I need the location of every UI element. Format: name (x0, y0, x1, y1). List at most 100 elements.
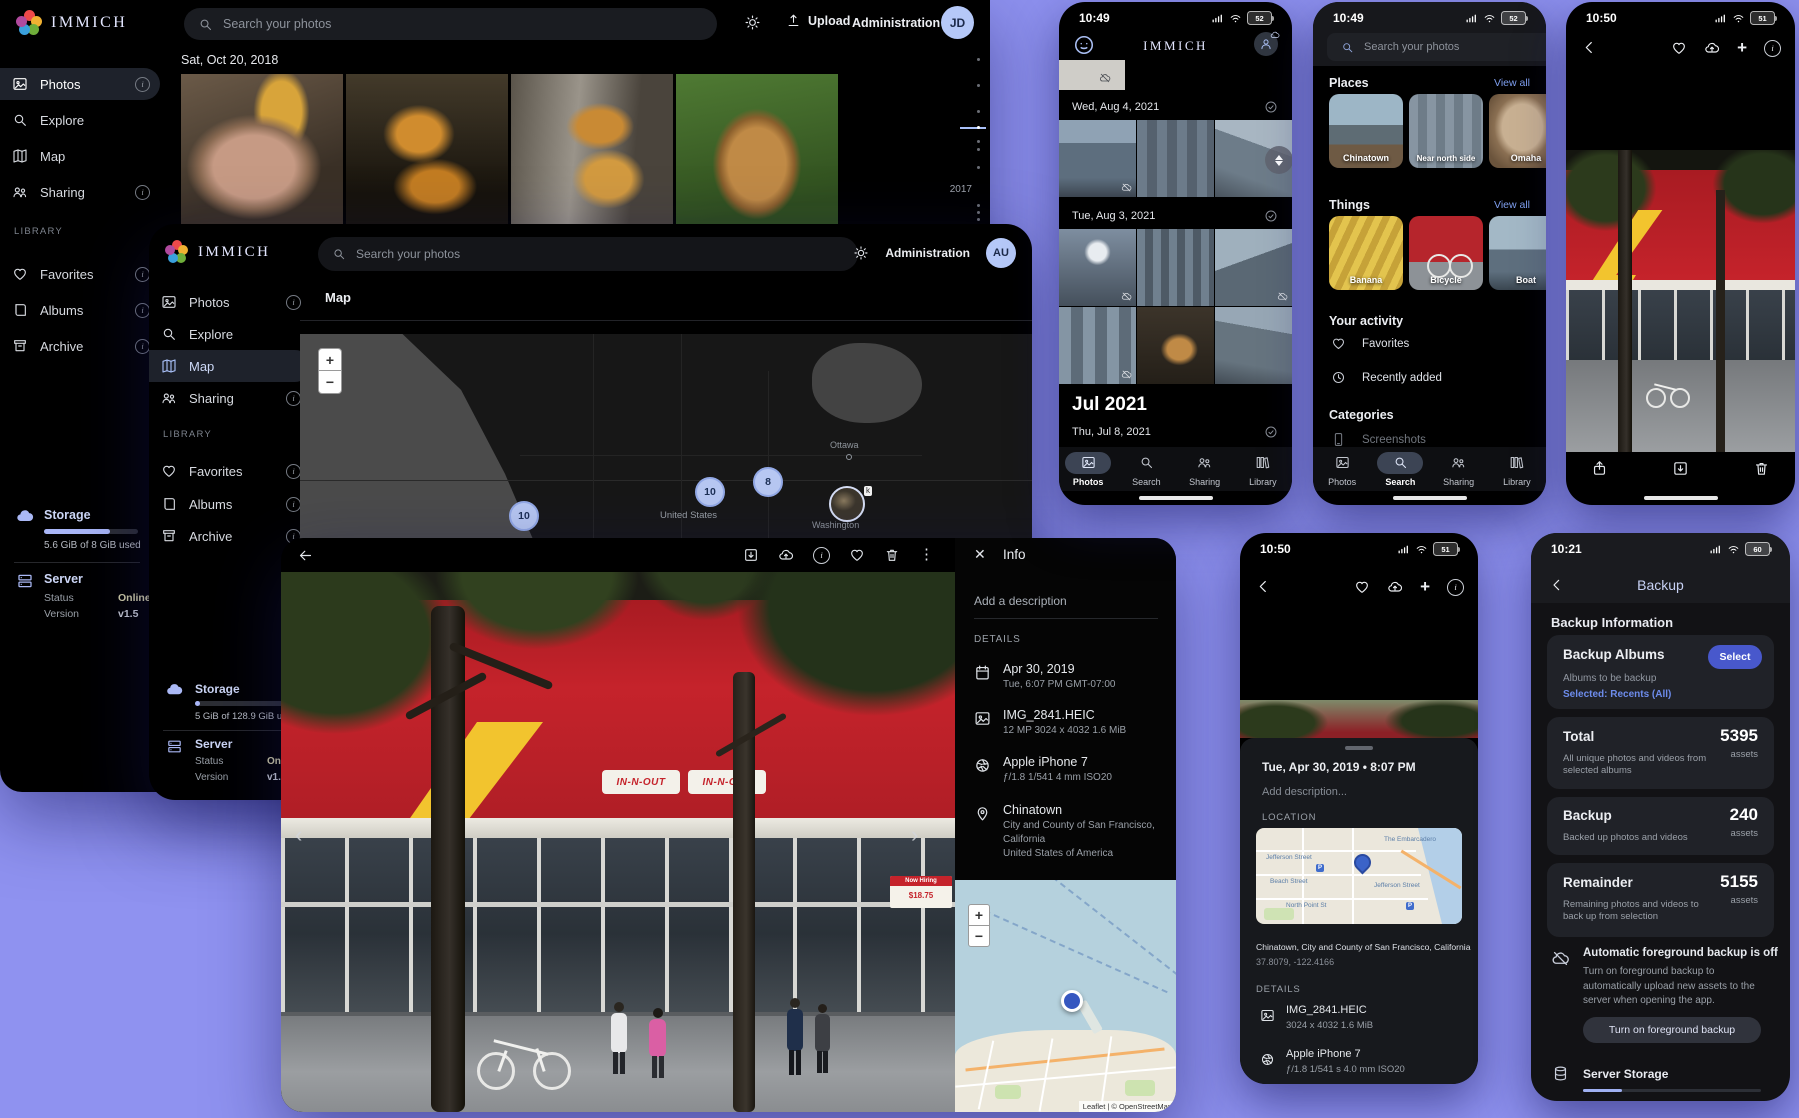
photo-tile[interactable] (1137, 307, 1214, 384)
administration-link[interactable]: Administration (852, 16, 940, 30)
photo-tile[interactable] (1137, 120, 1214, 197)
sidebar-item-sharing[interactable]: Sharingi (0, 176, 160, 208)
sidebar-item-archive[interactable]: Archivei (0, 330, 160, 362)
map-cluster-marker[interactable]: 8 (753, 467, 783, 497)
nav-sharing[interactable]: Sharing (1430, 447, 1488, 491)
search-input[interactable]: Search your photos (184, 8, 717, 40)
sidebar-item-albums[interactable]: Albumsi (149, 488, 311, 520)
timeline-scrub-handle[interactable] (1265, 146, 1292, 174)
map-cluster-marker[interactable]: 10 (695, 477, 725, 507)
timeline-scrubber[interactable]: 2017 (938, 48, 988, 238)
next-photo-chevron[interactable]: › (911, 822, 918, 848)
sheet-drag-handle[interactable] (1345, 746, 1373, 750)
sidebar-item-map[interactable]: Map (149, 350, 311, 382)
foreground-toggle-button[interactable]: Turn on foreground backup (1583, 1017, 1761, 1043)
map-cluster-marker[interactable]: 10 (509, 501, 539, 531)
category-screenshots-row[interactable]: Screenshots (1331, 432, 1426, 447)
trash-icon[interactable] (1753, 460, 1770, 477)
info-icon[interactable]: i (1764, 40, 1781, 57)
place-card-near-north-side[interactable]: Near north side (1409, 94, 1483, 168)
photo-tile[interactable] (1059, 120, 1136, 197)
select-button[interactable]: Select (1708, 645, 1762, 669)
archive-box-icon[interactable] (743, 547, 759, 563)
theme-toggle-icon[interactable] (853, 245, 869, 261)
nav-library[interactable]: Library (1488, 447, 1546, 491)
thing-card-boat[interactable]: Boat (1489, 216, 1546, 290)
detail-location[interactable]: Chinatown (1003, 803, 1062, 817)
photo-tile[interactable] (1215, 307, 1292, 384)
map-zoom-in-button[interactable]: + (318, 348, 342, 372)
favorite-icon[interactable] (1354, 579, 1370, 595)
favorite-icon[interactable] (849, 547, 865, 563)
location-minimap[interactable]: + − Leaflet | © OpenStreetMap (955, 880, 1176, 1112)
photo-tile-mushroom-2[interactable] (346, 74, 508, 224)
select-check-icon[interactable] (1264, 425, 1278, 439)
place-card-omaha[interactable]: Omaha (1489, 94, 1546, 168)
select-check-icon[interactable] (1264, 100, 1278, 114)
thing-card-bicycle[interactable]: Bicycle (1409, 216, 1483, 290)
nav-photos[interactable]: Photos (1313, 447, 1371, 491)
viewer-photo[interactable] (1566, 150, 1795, 452)
location-map-card[interactable]: The Embarcadero Jefferson Street Jeffers… (1256, 828, 1462, 924)
share-icon[interactable] (1591, 460, 1608, 477)
add-icon[interactable]: + (1737, 40, 1747, 56)
nav-photos[interactable]: Photos (1059, 447, 1117, 491)
select-check-icon[interactable] (1264, 209, 1278, 223)
nav-library[interactable]: Library (1234, 447, 1292, 491)
photo-tile[interactable] (1059, 229, 1136, 306)
archive-icon[interactable] (1672, 460, 1689, 477)
cloud-upload-icon[interactable] (1704, 40, 1720, 56)
back-chevron-icon[interactable] (1581, 39, 1598, 56)
administration-link[interactable]: Administration (885, 246, 970, 260)
back-chevron-icon[interactable] (1255, 578, 1272, 595)
back-icon[interactable] (297, 547, 314, 564)
add-description-field[interactable]: Add a description (974, 594, 1067, 608)
photo-tile-mushroom-3[interactable] (511, 74, 673, 224)
user-avatar[interactable]: AU (986, 238, 1016, 268)
nav-search[interactable]: Search (1117, 447, 1175, 491)
upload-button[interactable]: Upload (786, 13, 850, 28)
map-photo-marker[interactable] (829, 486, 865, 522)
sidebar-item-albums[interactable]: Albumsi (0, 294, 160, 326)
place-card-chinatown[interactable]: Chinatown (1329, 94, 1403, 168)
favorite-icon[interactable] (1671, 40, 1687, 56)
add-description-field[interactable]: Add description... (1262, 786, 1347, 798)
minimap-zoom-in[interactable]: + (968, 904, 990, 926)
map-zoom-out-button[interactable]: − (318, 370, 342, 394)
sidebar-item-map[interactable]: Map (0, 140, 160, 172)
photo-tile-mushroom-1[interactable] (181, 74, 343, 224)
sidebar-item-explore[interactable]: Explore (0, 104, 160, 136)
sidebar-item-photos[interactable]: Photosi (0, 68, 160, 100)
nav-search[interactable]: Search (1371, 447, 1429, 491)
search-input[interactable]: Search your photos (1327, 33, 1546, 61)
photo-tile[interactable] (1215, 229, 1292, 306)
info-icon[interactable]: i (1447, 579, 1464, 596)
info-icon[interactable]: i (813, 547, 830, 564)
profile-avatar[interactable] (1254, 32, 1278, 56)
minimap-zoom-out[interactable]: − (968, 925, 990, 947)
cloud-upload-icon[interactable] (1387, 579, 1403, 595)
user-avatar[interactable]: JD (941, 6, 974, 39)
photo-tile-mushroom-basket[interactable] (676, 74, 838, 224)
sidebar-item-favorites[interactable]: Favoritesi (149, 455, 311, 487)
add-icon[interactable]: + (1420, 579, 1430, 595)
sidebar-item-photos[interactable]: Photosi (149, 286, 311, 318)
nav-sharing[interactable]: Sharing (1176, 447, 1234, 491)
sidebar-item-favorites[interactable]: Favoritesi (0, 258, 160, 290)
prev-photo-chevron[interactable]: ‹ (295, 822, 302, 848)
sidebar-item-explore[interactable]: Explore (149, 318, 311, 350)
thing-card-banana[interactable]: Banana (1329, 216, 1403, 290)
more-options-icon[interactable]: ⋮ (919, 547, 934, 562)
activity-favorites-row[interactable]: Favorites (1331, 336, 1409, 351)
sidebar-item-sharing[interactable]: Sharingi (149, 382, 311, 414)
photo-tile[interactable] (1137, 229, 1214, 306)
things-view-all-link[interactable]: View all (1494, 199, 1530, 211)
close-icon[interactable]: ✕ (974, 546, 986, 563)
theme-toggle-icon[interactable] (744, 14, 761, 31)
search-input[interactable]: Search your photos (318, 237, 858, 271)
activity-recent-row[interactable]: Recently added (1331, 370, 1442, 385)
photo-tile[interactable] (1059, 307, 1136, 384)
places-view-all-link[interactable]: View all (1494, 77, 1530, 89)
photo-tile-partial[interactable] (1059, 60, 1125, 90)
trash-icon[interactable] (884, 547, 900, 563)
